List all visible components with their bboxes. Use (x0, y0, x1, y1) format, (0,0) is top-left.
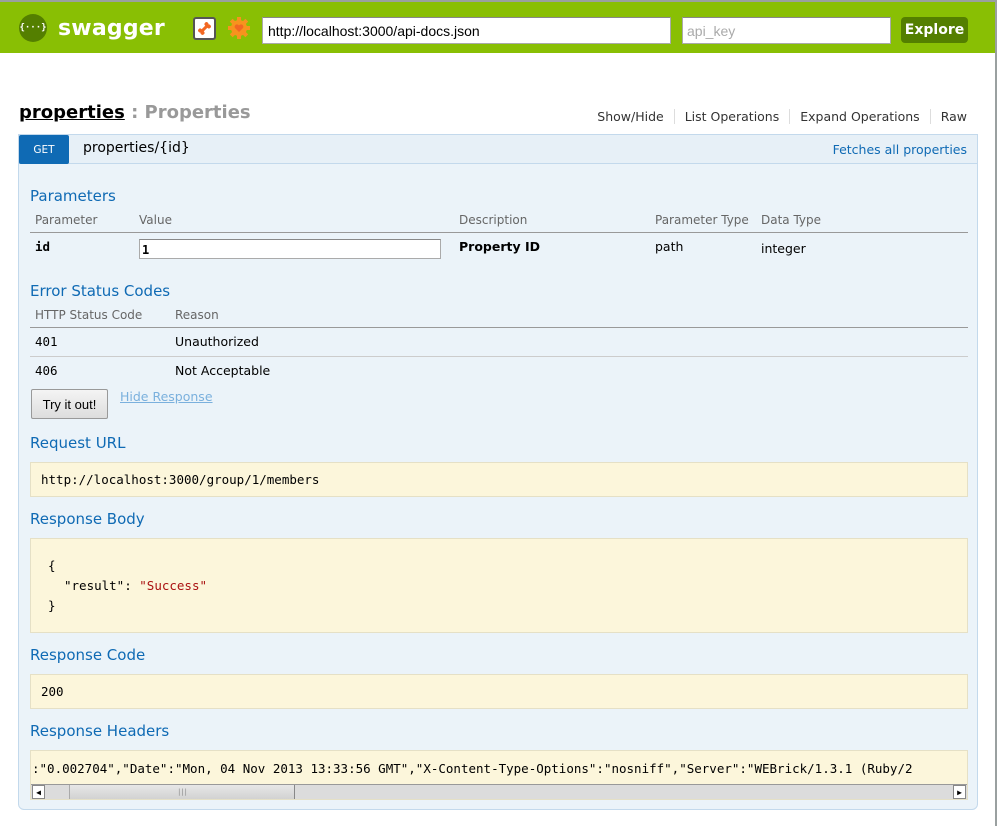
json-line: "result": "Success" (48, 576, 950, 596)
table-row: id Property ID path integer (30, 232, 968, 259)
error-code: 401 (30, 327, 170, 357)
operation-panel: GET properties/{id} Fetches all properti… (18, 134, 978, 810)
scroll-right-arrow-icon[interactable]: ▶ (953, 785, 966, 799)
response-headers-text: :"0.002704","Date":"Mon, 04 Nov 2013 13:… (32, 761, 913, 776)
resource-separator: : (124, 102, 145, 123)
param-value-cell (134, 232, 454, 259)
json-close-brace: } (48, 598, 56, 613)
json-key: "result" (64, 578, 125, 593)
json-open-brace: { (48, 558, 56, 573)
table-row: 401 Unauthorized (30, 327, 968, 357)
response-body-title: Response Body (30, 510, 145, 528)
table-row: 406 Not Acceptable (30, 356, 968, 385)
hide-response-link[interactable]: Hide Response (120, 389, 213, 404)
col-value: Value (134, 212, 454, 233)
request-url-title: Request URL (30, 434, 126, 452)
col-reason: Reason (170, 307, 968, 328)
resource-name-link[interactable]: properties (19, 102, 125, 123)
error-code: 406 (35, 362, 58, 378)
top-header: {···} swagger Explore (0, 0, 996, 53)
logo-text: swagger (58, 15, 165, 41)
api-key-input[interactable] (682, 17, 891, 44)
raw-link[interactable]: Raw (929, 109, 967, 124)
try-it-out-button[interactable]: Try it out! (31, 389, 108, 419)
json-value: "Success" (139, 578, 208, 593)
request-url-block: http://localhost:3000/group/1/members (30, 462, 968, 497)
response-headers-title: Response Headers (30, 722, 170, 740)
parameters-table: Parameter Value Description Parameter Ty… (30, 212, 968, 259)
param-data-type: integer (761, 240, 806, 256)
parameters-title: Parameters (30, 187, 116, 205)
response-code-block: 200 (30, 674, 968, 709)
response-code-title: Response Code (30, 646, 146, 664)
param-name: id (35, 238, 51, 254)
expand-operations-link[interactable]: Expand Operations (789, 109, 929, 124)
param-description: Property ID (459, 238, 541, 254)
json-colon: : (124, 578, 140, 593)
operation-summary[interactable]: Fetches all properties (833, 142, 967, 157)
response-headers-block: :"0.002704","Date":"Mon, 04 Nov 2013 13:… (30, 750, 968, 800)
scrollbar-thumb[interactable]: ||| (69, 785, 295, 799)
col-description: Description (454, 212, 650, 233)
col-parameter-type: Parameter Type (650, 212, 756, 233)
error-reason: Not Acceptable (175, 362, 271, 378)
resource-heading: properties : Properties (19, 102, 251, 123)
error-codes-title: Error Status Codes (30, 282, 171, 300)
operation-path[interactable]: properties/{id} (83, 140, 190, 156)
error-reason: Unauthorized (170, 327, 968, 357)
logo[interactable]: {···} swagger (19, 14, 165, 42)
operation-heading[interactable]: GET properties/{id} Fetches all properti… (19, 135, 977, 164)
col-data-type: Data Type (756, 212, 968, 233)
list-operations-link[interactable]: List Operations (673, 109, 790, 124)
api-url-input[interactable] (262, 17, 671, 44)
resource-actions: Show/Hide List Operations Expand Operati… (587, 109, 967, 124)
param-type: path (655, 238, 684, 254)
response-body-block: { "result": "Success" } (30, 538, 968, 633)
error-codes-table: HTTP Status Code Reason 401 Unauthorized… (30, 307, 968, 385)
resource-description: Properties (144, 102, 251, 123)
bone-icon[interactable] (193, 17, 216, 40)
scroll-left-arrow-icon[interactable]: ◀ (32, 785, 45, 799)
swagger-logo-icon: {···} (19, 14, 47, 42)
col-parameter: Parameter (30, 212, 134, 233)
col-http-status-code: HTTP Status Code (30, 307, 170, 328)
show-hide-link[interactable]: Show/Hide (587, 109, 673, 124)
param-value-input[interactable] (139, 238, 441, 259)
http-method-badge[interactable]: GET (19, 135, 69, 164)
horizontal-scrollbar[interactable]: ◀ ||| ▶ (31, 784, 967, 799)
gear-icon[interactable] (227, 16, 251, 40)
explore-button[interactable]: Explore (901, 17, 968, 43)
